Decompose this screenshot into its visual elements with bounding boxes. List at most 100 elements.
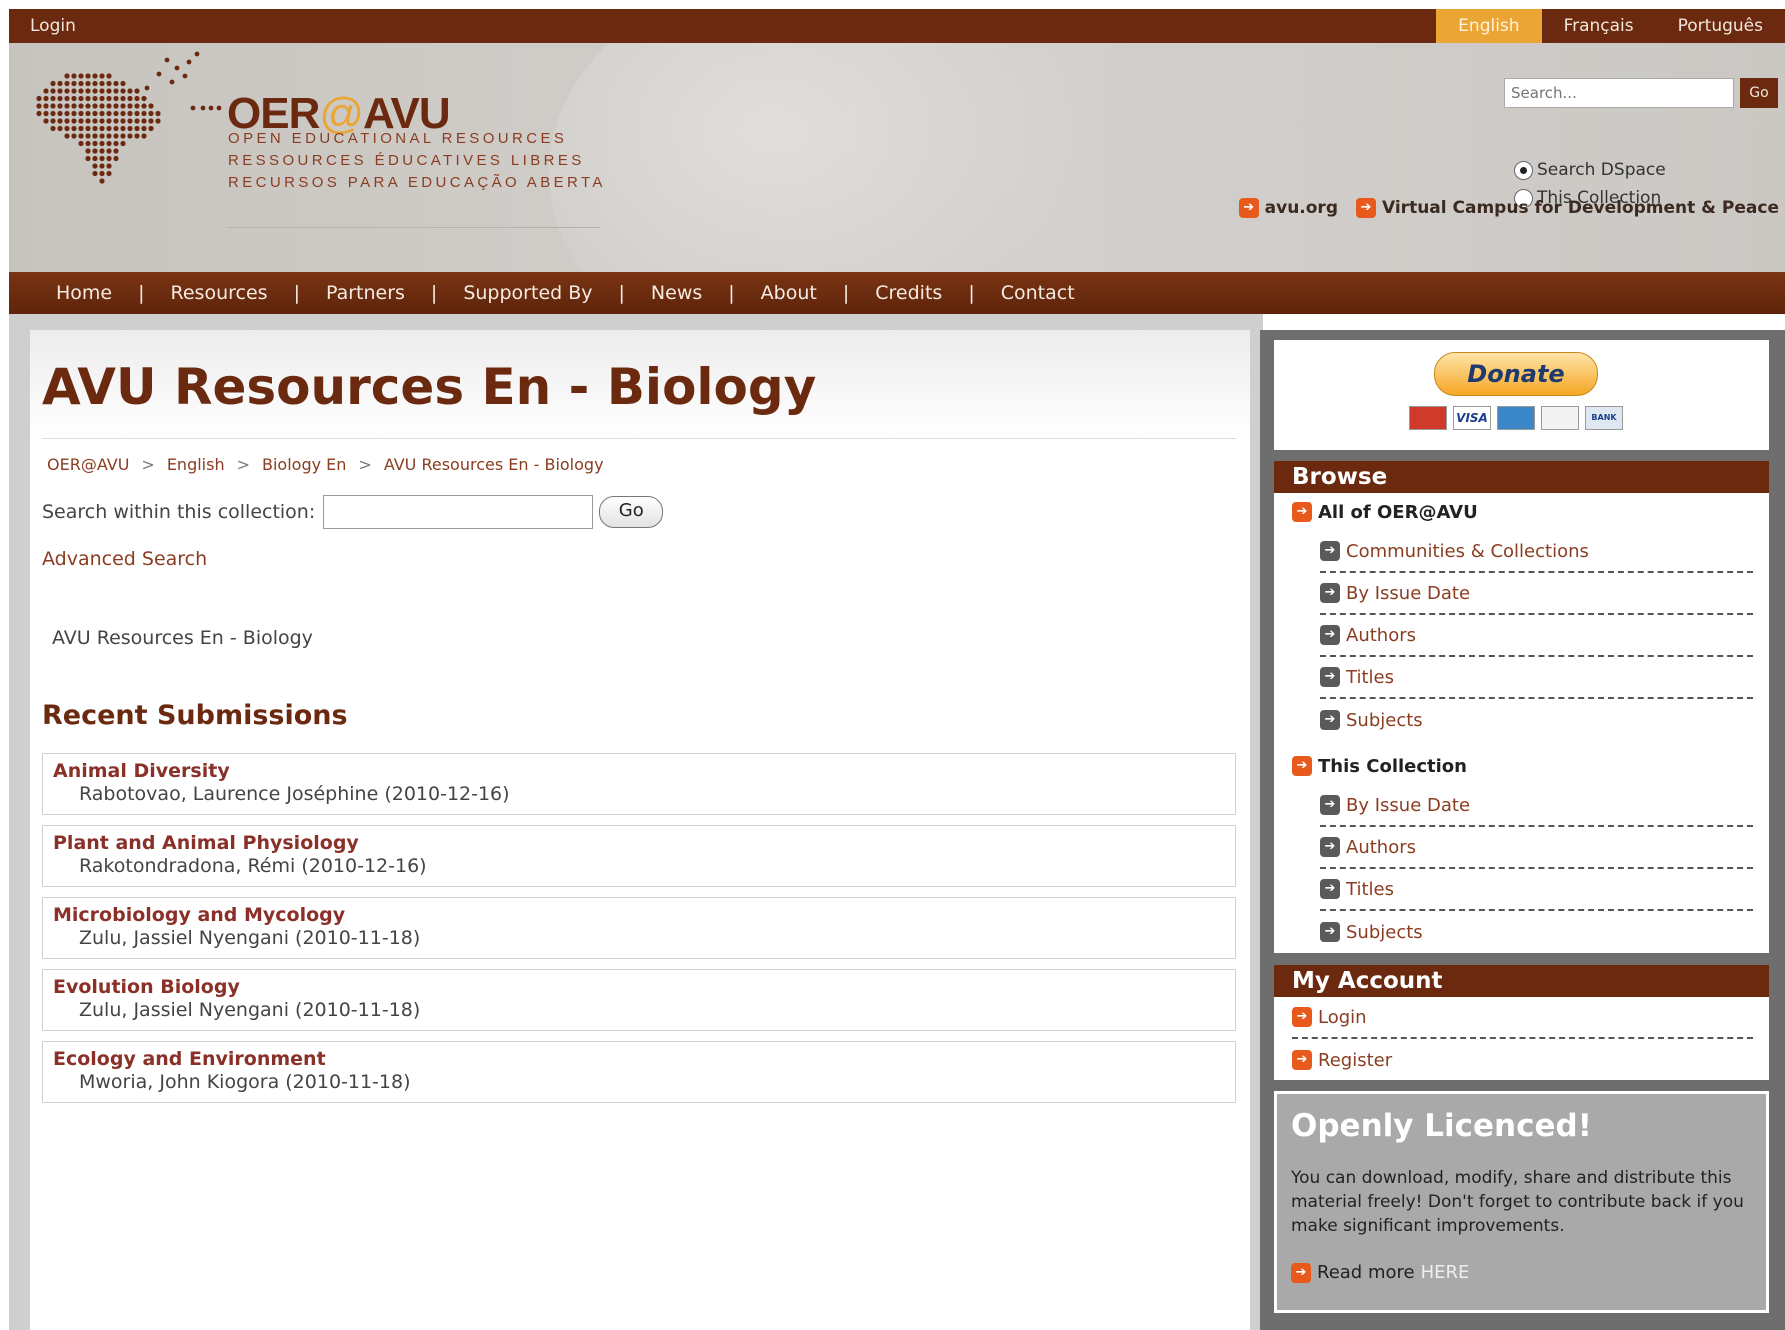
collection-titles-link[interactable]: ➔ Titles bbox=[1320, 869, 1753, 911]
logo-dot bbox=[127, 118, 133, 124]
logo-dot bbox=[106, 148, 112, 154]
logo-dot bbox=[50, 103, 56, 109]
collection-authors-link[interactable]: ➔ Authors bbox=[1320, 827, 1753, 869]
breadcrumb-current[interactable]: AVU Resources En - Biology bbox=[384, 455, 604, 474]
logo-dot bbox=[64, 133, 70, 139]
logo-dot bbox=[182, 73, 188, 79]
arrow-right-icon: ➔ bbox=[1238, 198, 1259, 218]
nav-resources[interactable]: Resources bbox=[171, 282, 268, 304]
mastercard-icon bbox=[1409, 406, 1447, 430]
breadcrumb-oer-avu[interactable]: OER@AVU bbox=[47, 455, 129, 474]
logo-dot bbox=[85, 155, 91, 162]
header-search-field[interactable] bbox=[1504, 78, 1734, 108]
logo-dot bbox=[174, 65, 180, 71]
logo-dot bbox=[99, 118, 105, 124]
logo-dot bbox=[99, 103, 105, 109]
arrow-right-icon: ➔ bbox=[1356, 198, 1376, 218]
lang-portugues[interactable]: Português bbox=[1656, 9, 1785, 43]
browse-issue-date-link[interactable]: ➔ By Issue Date bbox=[1320, 573, 1753, 615]
submission-title-link[interactable]: Evolution Biology bbox=[53, 976, 1225, 998]
nav-supported-by[interactable]: Supported By bbox=[463, 282, 592, 304]
avu-org-link[interactable]: ➔ avu.org bbox=[1238, 198, 1338, 218]
browse-titles-link[interactable]: ➔ Titles bbox=[1320, 657, 1753, 699]
logo-dot bbox=[127, 103, 133, 109]
logo-dot bbox=[85, 118, 91, 124]
collection-subjects-link[interactable]: ➔ Subjects bbox=[1320, 911, 1753, 953]
arrow-right-icon: ➔ bbox=[1320, 710, 1340, 730]
lang-francais[interactable]: Français bbox=[1542, 9, 1656, 43]
advanced-search-link[interactable]: Advanced Search bbox=[42, 548, 207, 570]
logo-dot bbox=[106, 73, 112, 79]
nav-home[interactable]: Home bbox=[56, 282, 112, 304]
logo-dot bbox=[78, 95, 84, 102]
logo-dot bbox=[113, 110, 119, 117]
browse-authors-link[interactable]: ➔ Authors bbox=[1320, 615, 1753, 657]
submission-title-link[interactable]: Ecology and Environment bbox=[53, 1048, 1225, 1070]
logo-dot bbox=[134, 110, 140, 117]
logo-dot bbox=[106, 80, 112, 87]
logo-dot bbox=[57, 103, 63, 109]
licence-box: Openly Licenced! You can download, modif… bbox=[1274, 1091, 1769, 1313]
logo-dot bbox=[92, 88, 98, 94]
virtual-campus-link[interactable]: ➔ Virtual Campus for Development & Peace bbox=[1356, 198, 1779, 218]
breadcrumb-biology-en[interactable]: Biology En bbox=[262, 455, 346, 474]
logo-dot bbox=[127, 95, 133, 102]
account-login-link[interactable]: ➔ Login bbox=[1292, 997, 1753, 1039]
arrow-right-icon: ➔ bbox=[1292, 756, 1312, 776]
top-login-link[interactable]: Login bbox=[30, 16, 76, 36]
this-collection-heading: ➔ This Collection bbox=[1274, 747, 1769, 785]
nav-news[interactable]: News bbox=[651, 282, 702, 304]
header-search-input[interactable] bbox=[1505, 79, 1733, 107]
scope-search-dspace[interactable]: Search DSpace bbox=[1514, 160, 1666, 180]
submission-title-link[interactable]: Microbiology and Mycology bbox=[53, 904, 1225, 926]
logo-dot bbox=[50, 110, 56, 117]
submission-meta: Rakotondradona, Rémi (2010-12-16) bbox=[79, 855, 427, 877]
nav-separator: | bbox=[618, 282, 625, 304]
arrow-right-icon: ➔ bbox=[1320, 541, 1340, 561]
logo-dot bbox=[106, 133, 112, 139]
arrow-right-icon: ➔ bbox=[1320, 922, 1340, 942]
browse-communities-link[interactable]: ➔ Communities & Collections bbox=[1320, 531, 1753, 573]
logo-dot bbox=[141, 125, 147, 132]
logo-dot bbox=[92, 103, 98, 109]
logo-dot bbox=[78, 133, 84, 139]
read-more-here-link[interactable]: HERE bbox=[1421, 1262, 1470, 1283]
breadcrumb-english[interactable]: English bbox=[167, 455, 225, 474]
collection-search-input[interactable] bbox=[323, 495, 594, 529]
nav-partners[interactable]: Partners bbox=[326, 282, 405, 304]
logo-dot bbox=[85, 88, 91, 94]
radio-search-dspace[interactable] bbox=[1514, 160, 1533, 180]
all-of-oer-avu-heading: ➔ All of OER@AVU bbox=[1274, 493, 1769, 531]
arrow-right-icon: ➔ bbox=[1320, 625, 1340, 645]
lang-english[interactable]: English bbox=[1436, 9, 1542, 43]
logo-dot bbox=[99, 110, 105, 117]
logo-dot bbox=[99, 148, 105, 154]
nav-contact[interactable]: Contact bbox=[1001, 282, 1075, 304]
logo-dot bbox=[155, 110, 161, 117]
logo-dot bbox=[141, 110, 147, 117]
logo-dot bbox=[106, 125, 112, 132]
logo-dot bbox=[120, 95, 126, 102]
logo-dot bbox=[106, 155, 112, 162]
logo-dot bbox=[64, 95, 70, 102]
logo-dot bbox=[106, 140, 112, 147]
arrow-right-icon: ➔ bbox=[1320, 667, 1340, 687]
licence-text: You can download, modify, share and dist… bbox=[1291, 1168, 1744, 1236]
submission-title-link[interactable]: Plant and Animal Physiology bbox=[53, 832, 1225, 854]
collection-search-go-button[interactable]: Go bbox=[599, 496, 664, 528]
licence-title: Openly Licenced! bbox=[1291, 1108, 1592, 1144]
submission-title-link[interactable]: Animal Diversity bbox=[53, 760, 1225, 782]
donate-button[interactable]: Donate bbox=[1434, 352, 1598, 396]
logo-dot bbox=[148, 103, 154, 109]
collection-issue-date-link[interactable]: ➔ By Issue Date bbox=[1320, 785, 1753, 827]
logo-dot bbox=[155, 118, 161, 124]
browse-subjects-link[interactable]: ➔ Subjects bbox=[1320, 699, 1753, 741]
header-search-go-button[interactable]: Go bbox=[1740, 78, 1778, 108]
logo-dot bbox=[120, 103, 126, 109]
nav-about[interactable]: About bbox=[761, 282, 817, 304]
logo-dot bbox=[99, 178, 105, 184]
nav-credits[interactable]: Credits bbox=[875, 282, 942, 304]
account-register-link[interactable]: ➔ Register bbox=[1292, 1039, 1753, 1081]
logo-dot bbox=[99, 155, 105, 162]
logo-dot bbox=[113, 95, 119, 102]
